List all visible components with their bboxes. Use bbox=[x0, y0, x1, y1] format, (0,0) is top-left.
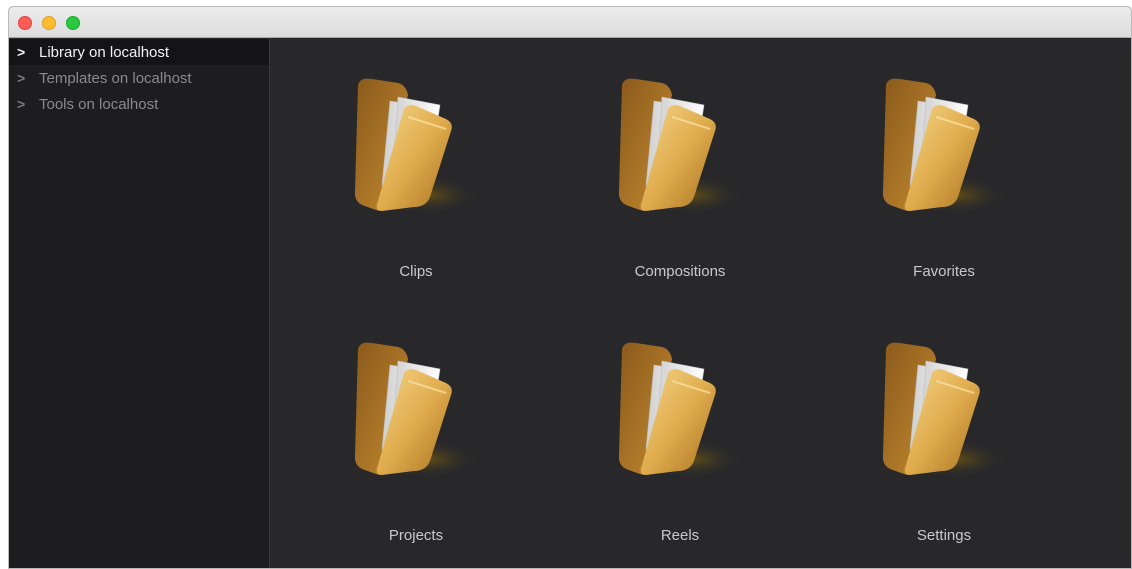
chevron-right-icon[interactable]: > bbox=[17, 70, 39, 86]
folder-icon bbox=[874, 337, 1014, 487]
folder-label: Reels bbox=[660, 527, 700, 544]
title-bar[interactable] bbox=[9, 7, 1131, 38]
folder-tile-reels[interactable]: Reels bbox=[580, 337, 780, 567]
tree-item-label: Library on localhost bbox=[39, 43, 170, 61]
tree-item-library[interactable]: > Library on localhost bbox=[9, 39, 269, 65]
folder-icon bbox=[610, 73, 750, 223]
folder-label: Projects bbox=[388, 527, 444, 544]
tree-item-templates[interactable]: > Templates on localhost bbox=[9, 65, 269, 91]
chevron-right-icon[interactable]: > bbox=[17, 44, 39, 60]
sidebar-tree: > Library on localhost > Templates on lo… bbox=[9, 39, 270, 568]
chevron-right-icon[interactable]: > bbox=[17, 96, 39, 112]
folder-tile-clips[interactable]: Clips bbox=[316, 73, 516, 303]
tree-item-label: Tools on localhost bbox=[39, 95, 159, 113]
folder-tile-compositions[interactable]: Compositions bbox=[580, 73, 780, 303]
folder-label: Favorites bbox=[913, 263, 975, 280]
tree-item-tools[interactable]: > Tools on localhost bbox=[9, 91, 269, 117]
folder-tile-favorites[interactable]: Favorites bbox=[844, 73, 1044, 303]
folder-icon bbox=[346, 337, 486, 487]
close-window-button[interactable] bbox=[18, 16, 32, 30]
bin-grid: Clips Compositions Favorites Projects Re… bbox=[271, 39, 1131, 568]
folder-icon bbox=[346, 73, 486, 223]
folder-icon bbox=[874, 73, 1014, 223]
folder-tile-settings[interactable]: Settings bbox=[844, 337, 1044, 567]
folder-icon bbox=[610, 337, 750, 487]
folder-tile-projects[interactable]: Projects bbox=[316, 337, 516, 567]
minimize-window-button[interactable] bbox=[42, 16, 56, 30]
folder-label: Clips bbox=[399, 263, 433, 280]
folder-label: Settings bbox=[916, 527, 972, 544]
maximize-window-button[interactable] bbox=[66, 16, 80, 30]
tree-item-label: Templates on localhost bbox=[39, 69, 192, 87]
folder-label: Compositions bbox=[634, 263, 726, 280]
app-window: > Library on localhost > Templates on lo… bbox=[8, 6, 1132, 569]
